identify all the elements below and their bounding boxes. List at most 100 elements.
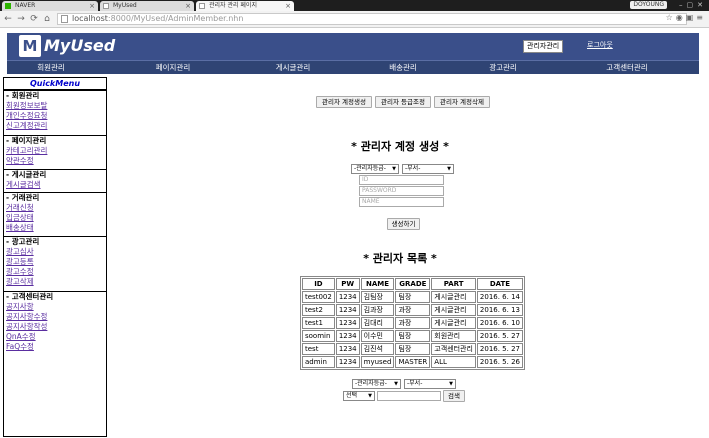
cell-pw: 1234 [335, 356, 360, 368]
close-icon[interactable]: × [89, 1, 95, 11]
cell-grade: 팀장 [395, 330, 431, 342]
reload-icon[interactable]: ⟳ [29, 13, 39, 25]
nav-item-shipping[interactable]: 배송관리 [355, 61, 451, 74]
cell-date: 2016. 6. 10 [476, 317, 523, 329]
qm-link[interactable]: QnA수정 [4, 332, 106, 342]
qm-link[interactable]: 거래신청 [4, 203, 106, 213]
qm-group-trades: - 거래관리 거래신청 입금상태 배송상태 [4, 192, 106, 233]
search-dept-value: -부서- [407, 380, 423, 387]
search-button[interactable]: 검색 [443, 390, 465, 402]
search-dept-select[interactable]: -부서- ▼ [404, 379, 456, 389]
nav-item-posts[interactable]: 게시글관리 [245, 61, 341, 74]
dept-select[interactable]: -부서- ▼ [402, 164, 454, 174]
dept-select-value: -부서- [405, 165, 421, 172]
cell-name: 김팀장 [360, 291, 395, 303]
qm-link[interactable]: 광고심사 [4, 247, 106, 257]
search-input[interactable] [377, 391, 441, 401]
main-nav: 회원관리 페이지관리 게시글관리 배송관리 광고관리 고객센터관리 [7, 60, 699, 74]
search-type-select[interactable]: 선택 ▼ [343, 391, 375, 401]
qm-link[interactable]: 공지사항수정 [4, 312, 106, 322]
cell-part: 회원관리 [431, 330, 476, 342]
cell-part: 게시글관리 [431, 317, 476, 329]
cell-id: test002 [302, 291, 335, 303]
qm-link[interactable]: 광고수정 [4, 267, 106, 277]
search-grade-select[interactable]: -관리자등급- ▼ [352, 379, 401, 389]
qm-link[interactable]: 공지사항 [4, 302, 106, 312]
qm-link[interactable]: 약관수정 [4, 156, 106, 166]
password-input[interactable]: PASSWORD [359, 186, 444, 196]
qm-group-members: - 회원관리 회원정보보탈 개인수정요청 신고계정관리 [4, 90, 106, 131]
column-header: PW [335, 278, 360, 290]
cell-name: 김진석 [360, 343, 395, 355]
admin-manage-button[interactable]: 관리자관리 [523, 40, 564, 53]
address-bar[interactable]: localhost:8000/MyUsed/AdminMember.nhn [57, 13, 687, 25]
forward-icon[interactable]: → [16, 13, 26, 25]
column-header: NAME [360, 278, 395, 290]
qm-group-head: - 게시글관리 [6, 170, 47, 179]
logout-link[interactable]: 로그아웃 [587, 40, 613, 51]
create-admin-button[interactable]: 관리자 계정생성 [316, 96, 372, 108]
search-type-value: 선택 [346, 392, 358, 399]
extension-icons[interactable]: ☆◉▣≡ [666, 13, 706, 22]
table-row: admin 1234 myused MASTER ALL 2016. 5. 26 [302, 356, 523, 368]
browser-tab-admin[interactable]: 관리자 관리 페이지 × [196, 1, 294, 11]
cell-id: admin [302, 356, 335, 368]
close-icon[interactable]: × [285, 1, 291, 11]
back-icon[interactable]: ← [3, 13, 13, 25]
cell-id: soomin [302, 330, 335, 342]
user-badge[interactable]: DOYOUNG [630, 1, 667, 9]
qm-link[interactable]: 배송상태 [4, 223, 106, 233]
qm-link[interactable]: 공지사항작성 [4, 322, 106, 332]
qm-link[interactable]: 신고계정관리 [4, 121, 106, 131]
site-header: M MyUsed 관리자관리 로그아웃 [7, 33, 699, 60]
qm-link[interactable]: 회원정보보탈 [4, 101, 106, 111]
site-logo[interactable]: M MyUsed [19, 35, 131, 58]
qm-link[interactable]: FaQ수정 [4, 342, 106, 352]
tab-title: MyUsed [113, 2, 137, 9]
qm-link[interactable]: 카테고리관리 [4, 146, 106, 156]
table-row: test 1234 김진석 팀장 고객센터관리 2016. 5. 27 [302, 343, 523, 355]
id-input[interactable]: ID [359, 175, 444, 185]
delete-admin-button[interactable]: 관리자 계정삭제 [434, 96, 490, 108]
logo-icon: M [19, 35, 41, 57]
cell-pw: 1234 [335, 291, 360, 303]
qm-link[interactable]: 광고등록 [4, 257, 106, 267]
cell-pw: 1234 [335, 304, 360, 316]
nav-item-ads[interactable]: 광고관리 [455, 61, 551, 74]
nav-item-pages[interactable]: 페이지관리 [125, 61, 221, 74]
home-icon[interactable]: ⌂ [42, 13, 52, 25]
naver-icon [5, 3, 11, 9]
tab-title: 관리자 관리 페이지 [209, 2, 257, 9]
cell-name: 김대리 [360, 317, 395, 329]
table-row: test1 1234 김대리 과장 게시글관리 2016. 6. 10 [302, 317, 523, 329]
qm-link[interactable]: 개인수정요청 [4, 111, 106, 121]
browser-tab-naver[interactable]: NAVER × [2, 1, 98, 11]
name-input[interactable]: NAME [359, 197, 444, 207]
page-info-icon[interactable] [61, 15, 68, 23]
table-row: test002 1234 김팀장 팀장 게시글관리 2016. 6. 14 [302, 291, 523, 303]
browser-tab-myused[interactable]: MyUsed × [100, 1, 194, 11]
quick-menu-title: QuickMenu [4, 78, 106, 90]
dropdown-arrow-icon: ▼ [368, 393, 372, 399]
window-controls[interactable]: –▢✕ [679, 1, 707, 9]
cell-part: 게시글관리 [431, 304, 476, 316]
close-icon[interactable]: × [185, 1, 191, 11]
qm-group-head: - 거래관리 [6, 193, 40, 202]
cell-pw: 1234 [335, 317, 360, 329]
qm-link[interactable]: 입금상태 [4, 213, 106, 223]
create-submit-button[interactable]: 생성하기 [387, 218, 420, 230]
qm-link[interactable]: 게시글검색 [4, 180, 106, 190]
grade-select[interactable]: -관리자등급- ▼ [351, 164, 399, 174]
qm-group-head: - 고객센터관리 [6, 292, 54, 301]
cell-name: 김과장 [360, 304, 395, 316]
cell-id: test1 [302, 317, 335, 329]
page-icon [199, 3, 205, 9]
tab-title: NAVER [15, 2, 36, 9]
table-header-row: ID PW NAME GRADE PART DATE [302, 278, 523, 290]
adjust-grade-button[interactable]: 관리자 등급조정 [375, 96, 431, 108]
nav-item-members[interactable]: 회원관리 [7, 61, 95, 74]
nav-item-support[interactable]: 고객센터관리 [579, 61, 675, 74]
grade-select-value: -관리자등급- [354, 165, 386, 172]
qm-link[interactable]: 광고삭제 [4, 277, 106, 287]
quick-menu: QuickMenu - 회원관리 회원정보보탈 개인수정요청 신고계정관리 - … [3, 77, 107, 437]
